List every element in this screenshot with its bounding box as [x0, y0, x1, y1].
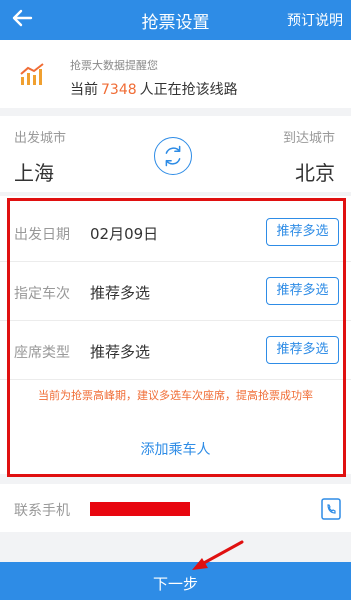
contact-phone-row[interactable]: 联系手机 — [0, 484, 351, 532]
contacts-phone-icon[interactable] — [319, 497, 343, 521]
departure-date-value: 02月09日 — [90, 225, 159, 243]
add-passenger-button[interactable]: 添加乘车人 — [0, 432, 351, 468]
route-selector: 出发城市 上海 到达城市 北京 — [0, 116, 351, 192]
departure-city[interactable]: 上海 — [14, 157, 54, 186]
grabbing-count: 7348 — [101, 82, 137, 98]
train-number-value: 推荐多选 — [90, 284, 151, 302]
departure-date-label: 出发日期 — [14, 227, 70, 243]
seat-recommend-button[interactable]: 推荐多选 — [266, 336, 339, 364]
contact-phone-label: 联系手机 — [14, 503, 70, 519]
next-step-button[interactable]: 下一步 — [0, 562, 351, 600]
departure-city-label: 出发城市 — [14, 131, 67, 146]
peak-period-warning: 当前为抢票高峰期，建议多选车次座席，提高抢票成功率 — [38, 389, 313, 402]
arrival-city[interactable]: 北京 — [295, 157, 335, 186]
redacted-phone-number — [90, 502, 190, 516]
trend-chart-icon — [20, 63, 44, 85]
seat-type-label: 座席类型 — [14, 345, 70, 361]
bigdata-notice: 抢票大数据提醒您 当前 7348 人正在抢该线路 — [0, 40, 351, 108]
header-bar: 抢票设置 预订说明 — [0, 0, 351, 40]
swap-cities-icon[interactable] — [154, 137, 192, 175]
departure-date-row[interactable]: 出发日期 02月09日 推荐多选 — [0, 204, 351, 262]
notice-text: 当前 7348 人正在抢该线路 — [70, 82, 238, 98]
date-recommend-button[interactable]: 推荐多选 — [266, 218, 339, 246]
train-number-label: 指定车次 — [14, 286, 70, 302]
train-number-row[interactable]: 指定车次 推荐多选 推荐多选 — [0, 263, 351, 321]
seat-type-row[interactable]: 座席类型 推荐多选 推荐多选 — [0, 322, 351, 380]
train-recommend-button[interactable]: 推荐多选 — [266, 277, 339, 305]
notice-heading: 抢票大数据提醒您 — [70, 59, 158, 72]
arrival-city-label: 到达城市 — [282, 131, 335, 146]
seat-type-value: 推荐多选 — [90, 343, 151, 361]
booking-help-link[interactable]: 预订说明 — [287, 10, 343, 30]
